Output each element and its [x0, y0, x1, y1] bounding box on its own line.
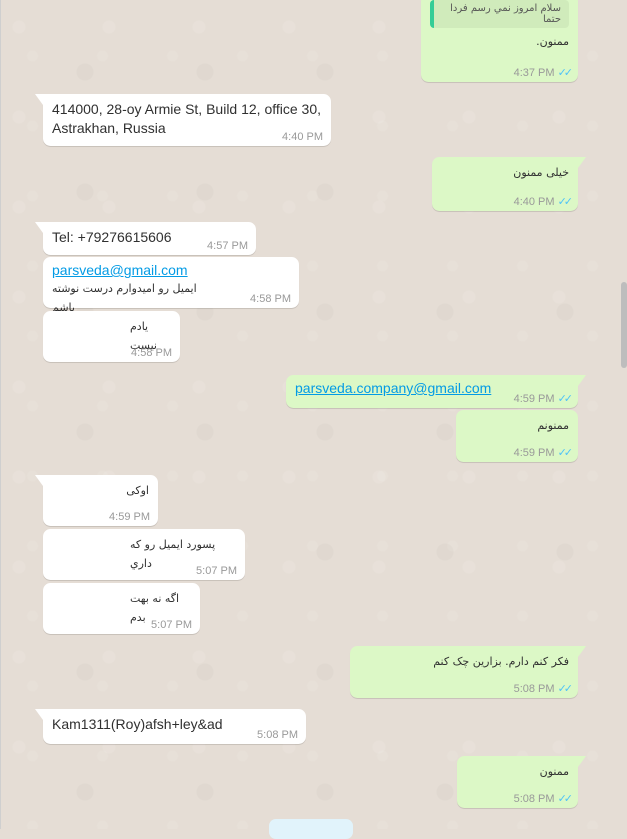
- message-text: اوکی: [126, 484, 149, 497]
- message-meta: 5:08 PM ✓✓: [513, 682, 574, 695]
- message-text: ممنون: [539, 765, 569, 778]
- message-meta: 4:59 PM ✓✓: [513, 446, 574, 459]
- message-time: 5:08 PM: [513, 683, 555, 695]
- message-meta: 4:37 PM ✓✓: [513, 66, 574, 79]
- message-meta: 4:59 PM ✓✓: [513, 392, 574, 405]
- read-ticks-icon: ✓✓: [557, 793, 574, 805]
- read-ticks-icon: ✓✓: [557, 196, 574, 208]
- message-bubble-outgoing[interactable]: ممنونم 4:59 PM ✓✓: [456, 410, 578, 462]
- scrollbar-thumb[interactable]: [621, 282, 627, 368]
- read-ticks-icon: ✓✓: [557, 447, 574, 459]
- quoted-message[interactable]: سلام امروز نمي رسم فردا حتما: [430, 0, 569, 28]
- email-link[interactable]: parsveda.company@gmail.com: [295, 380, 491, 396]
- message-bubble-incoming[interactable]: اگه نه بهت بدم 5:07 PM: [43, 583, 200, 634]
- message-time: 4:57 PM: [207, 240, 248, 252]
- email-link[interactable]: parsveda@gmail.com: [52, 262, 188, 278]
- scrollbar[interactable]: [621, 0, 627, 829]
- message-bubble-outgoing[interactable]: سلام امروز نمي رسم فردا حتما ممنون. 4:37…: [421, 0, 578, 82]
- date-divider: [269, 819, 353, 839]
- message-time: 5:08 PM: [257, 729, 298, 741]
- message-bubble-outgoing[interactable]: ممنون 5:08 PM ✓✓: [457, 756, 586, 808]
- read-ticks-icon: ✓✓: [557, 393, 574, 405]
- message-time: 4:59 PM: [513, 393, 555, 405]
- message-bubble-incoming[interactable]: parsveda@gmail.com ایمیل رو امیدوارم درس…: [43, 257, 299, 314]
- read-ticks-icon: ✓✓: [557, 683, 574, 695]
- message-time: 4:37 PM: [513, 67, 555, 79]
- message-time: 5:07 PM: [151, 619, 192, 631]
- message-bubble-incoming[interactable]: یادم نیست 4:58 PM: [43, 311, 180, 362]
- message-time: 4:58 PM: [250, 293, 291, 305]
- chat-panel[interactable]: سلام امروز نمي رسم فردا حتما ممنون. 4:37…: [0, 0, 627, 839]
- message-meta: 5:08 PM ✓✓: [513, 792, 574, 805]
- message-bubble-outgoing[interactable]: خیلی ممنون 4:40 PM ✓✓: [432, 157, 586, 211]
- message-text: خیلی ممنون: [513, 166, 569, 179]
- quoted-message-text: سلام امروز نمي رسم فردا حتما: [450, 3, 561, 25]
- message-time: 5:07 PM: [196, 565, 237, 577]
- message-text: فکر کنم دارم. بزارین چک کنم: [433, 655, 569, 668]
- message-bubble-incoming[interactable]: پسورد ایمیل رو که داري 5:07 PM: [43, 529, 245, 580]
- message-text: ممنونم: [537, 419, 569, 432]
- message-text: ممنون.: [536, 35, 569, 48]
- message-time: 4:59 PM: [513, 447, 555, 459]
- message-bubble-incoming[interactable]: Kam1311(Roy)afsh+ley&ad 5:08 PM: [35, 709, 306, 744]
- message-time: 4:58 PM: [131, 347, 172, 359]
- message-bubble-outgoing[interactable]: فکر کنم دارم. بزارین چک کنم 5:08 PM ✓✓: [350, 646, 586, 698]
- message-bubble-incoming[interactable]: اوکی 4:59 PM: [35, 475, 158, 526]
- message-time: 4:40 PM: [513, 196, 555, 208]
- message-bubble-incoming[interactable]: 414000, 28-oy Armie St, Build 12, office…: [35, 94, 331, 146]
- message-time: 4:40 PM: [282, 131, 323, 143]
- message-bubble-incoming[interactable]: Tel: +79276615606 4:57 PM: [35, 222, 256, 255]
- message-bubble-outgoing[interactable]: parsveda.company@gmail.com 4:59 PM ✓✓: [286, 375, 586, 408]
- message-time: 4:59 PM: [109, 511, 150, 523]
- read-ticks-icon: ✓✓: [557, 67, 574, 79]
- message-meta: 4:40 PM ✓✓: [513, 195, 574, 208]
- message-time: 5:08 PM: [513, 793, 555, 805]
